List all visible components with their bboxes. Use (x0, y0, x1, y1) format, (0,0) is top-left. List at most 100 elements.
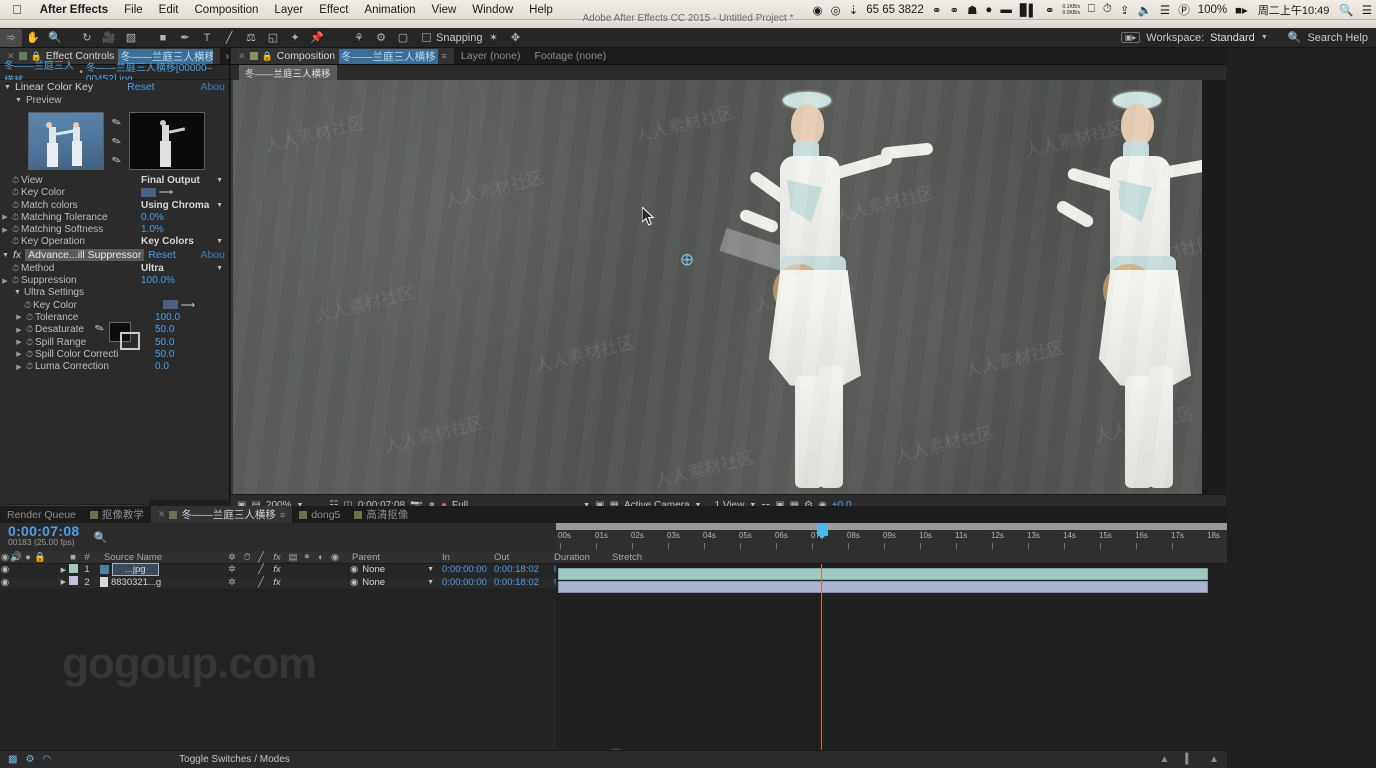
close-icon[interactable]: ✕ (238, 51, 246, 62)
apple-menu-icon[interactable]:  (0, 2, 32, 17)
stopwatch-icon[interactable]: ⏱ (22, 300, 33, 311)
layer-in[interactable]: 0:00:00:00 (438, 564, 494, 575)
twirl-right-icon[interactable]: ▶ (14, 313, 24, 321)
volume-icon[interactable]: 🔈 (1134, 3, 1156, 17)
param-row-ultra-key-color[interactable]: ⏱ Key Color ⟶ (0, 299, 229, 311)
parent-column-header[interactable]: Parent (348, 552, 438, 563)
stopwatch-icon[interactable]: ⏱ (24, 324, 35, 335)
roto-brush-tool-icon[interactable]: ✦ (284, 29, 306, 47)
cloud-sync-icon[interactable]: ⚭ (928, 3, 946, 17)
menu-view[interactable]: View (424, 4, 465, 16)
twirl-right-icon[interactable]: ▶ (0, 213, 10, 221)
menu-composition[interactable]: Composition (187, 4, 267, 16)
menu-app-name[interactable]: After Effects (32, 4, 116, 16)
layer-out[interactable]: 0:00:18:02 (494, 577, 554, 588)
puppet-pin-tool-icon[interactable]: 📌 (306, 29, 328, 47)
param-group-ultra-settings[interactable]: ▼ Ultra Settings (0, 287, 229, 299)
video-toggle[interactable]: ◉ (0, 564, 10, 575)
panel-menu-icon[interactable]: ≡ (442, 51, 447, 61)
param-row-key-operation[interactable]: ⏱ Key Operation Key Colors ▼ (0, 236, 229, 248)
menu-help[interactable]: Help (521, 4, 561, 16)
spotlight-search-icon[interactable]: 🔍 (1335, 3, 1357, 17)
in-column-header[interactable]: In (438, 552, 494, 563)
layer-out[interactable]: 0:00:18:02 (494, 564, 554, 575)
twirl-right-icon[interactable]: ▶ (14, 350, 24, 358)
param-row-match-colors[interactable]: ⏱ Match colors Using Chroma ▼ (0, 199, 229, 211)
graph-editor-icon[interactable]: ◠ (42, 754, 51, 765)
source-name-column-header[interactable]: Source Name (94, 552, 224, 563)
effect-header-linear-color-key[interactable]: ▼ Linear Color Key Reset Abou (0, 80, 229, 94)
shy-toggle[interactable]: ✲ (224, 577, 240, 588)
param-row-matching-softness[interactable]: ▶ ⏱ Matching Softness 1.0% (0, 223, 229, 235)
stopwatch-icon[interactable]: ⏱ (10, 200, 21, 211)
camera-tool-icon[interactable]: 🎥 (98, 29, 120, 47)
wifi-icon[interactable]: ☰ (1156, 3, 1174, 17)
about-link[interactable]: Abou (200, 249, 229, 261)
eyedropper-icon[interactable]: ⟶ (159, 187, 173, 198)
toggle-switches-modes-button[interactable]: Toggle Switches / Modes (179, 754, 290, 765)
param-row-suppression[interactable]: ▶ ⏱ Suppression 100.0% (0, 274, 229, 286)
clone-stamp-tool-icon[interactable]: ⚖ (240, 29, 262, 47)
expand-composition-icon[interactable]: ▩ (8, 754, 17, 765)
reset-link[interactable]: Reset (148, 249, 175, 261)
tab-comp-active[interactable]: ✕ 冬——兰庭三人横移 ≡ (150, 506, 293, 523)
source-preview-thumbnail[interactable] (28, 112, 104, 171)
menu-edit[interactable]: Edit (151, 4, 187, 16)
layer-bar[interactable] (558, 568, 1208, 580)
clock-history-icon[interactable]: ⏱ (1099, 3, 1116, 16)
parent-pickwhip-icon[interactable]: ◉ (350, 564, 358, 575)
pen-tool-icon[interactable]: ✒ (174, 29, 196, 47)
tab-comp-gaoqing[interactable]: 高清抠像 (347, 506, 415, 523)
chevron-down-icon[interactable]: ▼ (216, 265, 223, 272)
tab-footage[interactable]: Footage (none) (527, 48, 613, 64)
stopwatch-icon[interactable]: ⏱ (10, 275, 21, 286)
stretch-column-header[interactable]: Stretch (612, 552, 660, 563)
out-column-header[interactable]: Out (494, 552, 554, 563)
timeline-track-area[interactable]: 人人素材 (556, 564, 1227, 768)
effects-toggle[interactable]: fx (268, 577, 286, 588)
text-tool-icon[interactable]: T (196, 29, 218, 47)
chevron-down-icon[interactable]: ▼ (427, 579, 438, 586)
workspace-icon[interactable]: ▣▸ (1120, 32, 1141, 43)
timeline-playhead[interactable] (817, 523, 828, 539)
param-row-key-color[interactable]: ⏱ Key Color ⟶ (0, 187, 229, 199)
menu-effect[interactable]: Effect (311, 4, 356, 16)
parent-value[interactable]: None (362, 577, 385, 588)
param-value[interactable]: 50.0 (155, 349, 229, 360)
bluetooth-icon[interactable]: ⇪ (1116, 3, 1134, 17)
puppet-overlap-icon[interactable]: ⚘ (348, 29, 370, 47)
selection-tool-icon[interactable]: ➾ (0, 28, 22, 47)
zoom-in-icon[interactable]: ▲ (1209, 754, 1219, 765)
eyedropper-icon[interactable]: ⟶ (181, 300, 195, 311)
twirl-down-icon[interactable]: ▼ (2, 252, 9, 259)
stopwatch-icon[interactable]: ⏱ (24, 312, 35, 323)
param-value[interactable]: 50.0 (155, 337, 229, 348)
eyedropper-plus-icon[interactable]: ✎ (110, 134, 123, 149)
anchor-point-icon[interactable]: ⨁ (681, 252, 693, 266)
color-swatch[interactable] (141, 188, 156, 198)
snap-magnet-icon[interactable]: ✶ (483, 29, 505, 47)
hand-tool-icon[interactable]: ✋ (22, 29, 44, 47)
chevron-down-icon[interactable]: ▼ (427, 566, 438, 573)
pan-behind-tool-icon[interactable]: ▨ (120, 29, 142, 47)
timeline-ruler[interactable]: 00s 01s 02s 03s 04s 05s 06s 07s 08s 09s … (556, 523, 1227, 551)
quality-toggle[interactable]: ╱ (254, 564, 268, 575)
twirl-right-icon[interactable]: ▶ (14, 326, 24, 334)
menu-file[interactable]: File (116, 4, 151, 16)
video-toggle[interactable]: ◉ (0, 577, 10, 588)
zoom-slider-handle[interactable]: ▍ (1185, 754, 1193, 765)
meter-icon[interactable]: ▊▌ (1016, 3, 1041, 17)
stopwatch-icon[interactable]: ⏱ (24, 337, 35, 348)
zoom-tool-icon[interactable]: 🔍 (44, 29, 66, 47)
menu-window[interactable]: Window (464, 4, 521, 16)
twirl-down-icon[interactable]: ▼ (4, 84, 11, 91)
layer-name[interactable]: ...jpg (112, 563, 159, 577)
close-icon[interactable]: ✕ (158, 509, 166, 520)
brush-tool-icon[interactable]: ╱ (218, 29, 240, 47)
panel-menu-icon[interactable]: ≡ (280, 510, 285, 520)
eyedropper-minus-icon[interactable]: ✎ (110, 153, 123, 168)
workspace-value[interactable]: Standard (1210, 32, 1255, 44)
menubar-clock[interactable]: 周二上午10:49 (1252, 2, 1336, 18)
battery-icon[interactable]: ■▸ (1231, 3, 1252, 17)
mask-tool-icon[interactable]: ▢ (392, 29, 414, 47)
